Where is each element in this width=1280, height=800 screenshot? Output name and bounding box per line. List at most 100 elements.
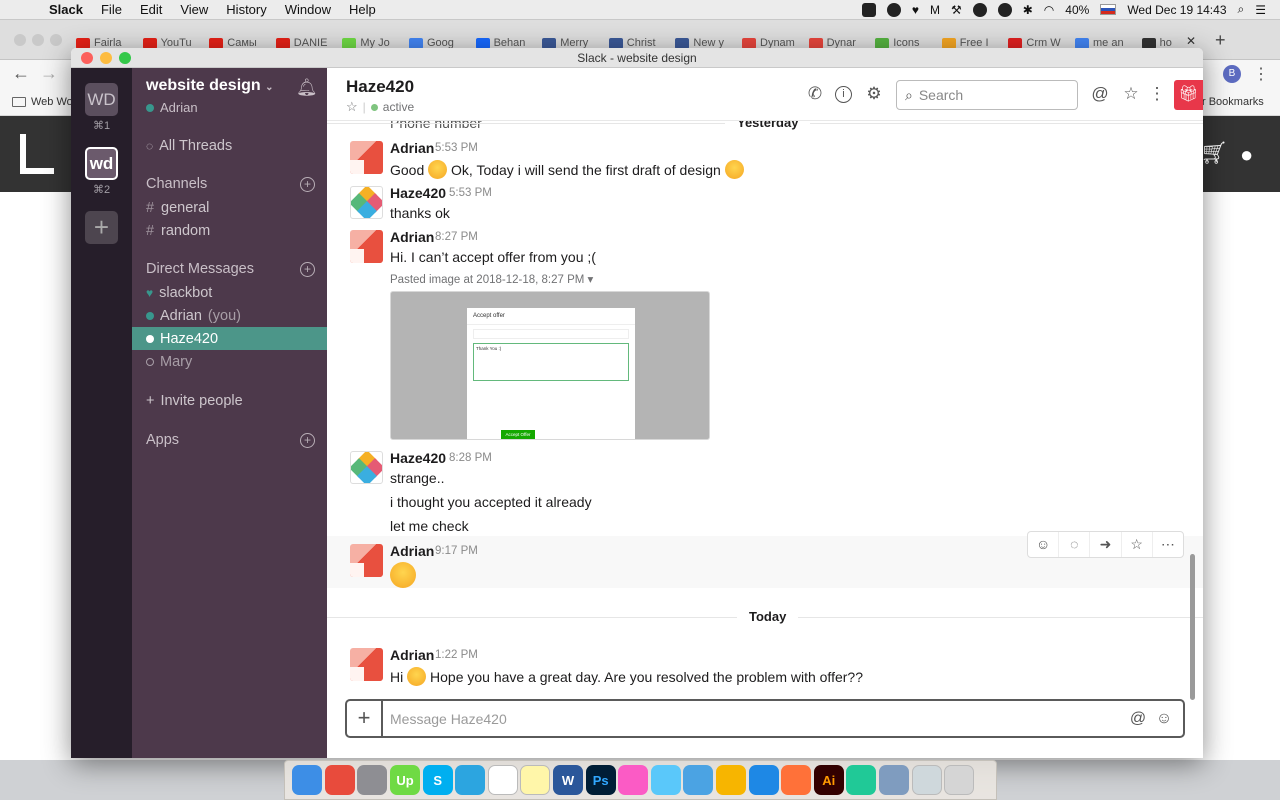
channel-title[interactable]: Haze420: [346, 77, 414, 97]
sidebar-all-threads[interactable]: ◌ All Threads: [132, 134, 327, 157]
menu-help[interactable]: Help: [340, 2, 385, 17]
scrollbar-thumb[interactable]: [1190, 554, 1195, 700]
team-wd-1[interactable]: WD: [85, 83, 118, 116]
menu-window[interactable]: Window: [276, 2, 340, 17]
window-zoom-button[interactable]: [119, 52, 131, 64]
message-author[interactable]: Haze420: [390, 450, 446, 466]
emoji-picker-icon[interactable]: ☺: [1151, 710, 1177, 728]
dock-system-preferences-icon[interactable]: [357, 765, 388, 795]
dock-slack-icon[interactable]: [487, 765, 518, 795]
browser-menu-icon[interactable]: ⋮: [1253, 64, 1269, 84]
sidebar-channel-random[interactable]: # random: [132, 219, 327, 242]
sidebar-dm-slackbot[interactable]: ♥ slackbot: [132, 281, 327, 304]
apps-header[interactable]: Apps: [146, 432, 179, 448]
input-source-flag-icon[interactable]: [1100, 4, 1117, 15]
more-actions-icon[interactable]: ⋯: [1153, 532, 1183, 557]
window-minimize-button[interactable]: [100, 52, 112, 64]
new-tab-icon[interactable]: +: [1215, 30, 1226, 51]
window-close-button[interactable]: [81, 52, 93, 64]
dock-drop-icon[interactable]: [846, 765, 877, 795]
menu-file[interactable]: File: [92, 2, 131, 17]
info-icon[interactable]: i: [835, 86, 852, 103]
at-icon[interactable]: @: [1090, 84, 1110, 104]
dock-messages-icon[interactable]: [650, 765, 681, 795]
menu-edit[interactable]: Edit: [131, 2, 171, 17]
message-author[interactable]: Adrian: [390, 140, 434, 156]
profile-avatar[interactable]: B: [1223, 65, 1241, 83]
workspace-name[interactable]: website design ⌄: [146, 77, 274, 95]
bell-icon[interactable]: 🔔︎: [296, 78, 318, 98]
bluetooth-icon[interactable]: ✱: [1023, 3, 1033, 17]
message-author[interactable]: Adrian: [390, 543, 434, 559]
star-outline-icon[interactable]: ☆: [346, 99, 358, 115]
avatar[interactable]: [350, 186, 383, 219]
heart-status-icon[interactable]: ♥: [912, 3, 919, 17]
avatar[interactable]: [350, 141, 383, 174]
message-time[interactable]: 1:22 PM: [435, 649, 478, 661]
more-vertical-icon[interactable]: ⋮: [1147, 84, 1167, 104]
dock-itunes-icon[interactable]: [618, 765, 649, 795]
start-thread-icon[interactable]: ◌: [1059, 532, 1091, 557]
sidebar-dm-adrian[interactable]: Adrian (you): [132, 304, 327, 327]
dock-telegram-icon[interactable]: [455, 765, 486, 795]
attachment-label[interactable]: Pasted image at 2018-12-18, 8:27 PM ▾: [390, 272, 593, 286]
bookmark-web[interactable]: Web Wo: [31, 96, 73, 108]
share-message-icon[interactable]: ➜: [1090, 532, 1122, 557]
add-reaction-icon[interactable]: ☺: [1028, 532, 1060, 557]
message-time[interactable]: 5:53 PM: [435, 142, 478, 154]
invite-people-link[interactable]: + Invite people: [132, 389, 327, 412]
add-team-button[interactable]: +: [85, 211, 118, 244]
other-bookmarks[interactable]: r Bookmarks: [1202, 96, 1264, 108]
status-app-icon[interactable]: [861, 2, 876, 17]
dock-firefox-icon[interactable]: [781, 765, 812, 795]
sidebar-dm-haze420[interactable]: Haze420: [132, 327, 327, 350]
menu-app-name[interactable]: Slack: [40, 2, 92, 17]
menu-view[interactable]: View: [171, 2, 217, 17]
message-time[interactable]: 5:53 PM: [449, 187, 492, 199]
avatar[interactable]: [350, 451, 383, 484]
avatar[interactable]: [350, 648, 383, 681]
dock-feather-icon[interactable]: [683, 765, 714, 795]
tools-status-icon[interactable]: ⚒: [951, 3, 962, 17]
dock-upwork-icon[interactable]: Up: [390, 765, 421, 795]
add-channel-icon[interactable]: +: [300, 177, 315, 192]
gift-icon[interactable]: 🎁︎: [1174, 80, 1203, 110]
upwork-status-icon[interactable]: [972, 2, 987, 17]
dock-skype-icon[interactable]: S: [422, 765, 453, 795]
battery-level[interactable]: 40%: [1065, 3, 1089, 17]
dock-chrome-icon[interactable]: [324, 765, 355, 795]
dock-trash-icon[interactable]: [944, 765, 975, 795]
sidebar-dm-mary[interactable]: Mary: [132, 350, 327, 373]
wifi-icon[interactable]: ◠: [1044, 3, 1054, 17]
avatar[interactable]: [350, 544, 383, 577]
mention-at-icon[interactable]: @: [1125, 710, 1151, 728]
dock-photoshop-icon[interactable]: Ps: [585, 765, 616, 795]
message-author[interactable]: Haze420: [390, 185, 446, 201]
clock[interactable]: Wed Dec 19 14:43: [1127, 3, 1226, 17]
user-icon[interactable]: ●: [1240, 142, 1260, 167]
spotlight-search-icon[interactable]: ⌕: [1238, 2, 1245, 17]
tab-close-icon[interactable]: ✕: [1186, 34, 1196, 48]
sidebar-channel-general[interactable]: # general: [132, 196, 327, 219]
menu-history[interactable]: History: [217, 2, 275, 17]
dock-finder-icon[interactable]: [292, 765, 323, 795]
search-input[interactable]: ⌕ Search: [896, 80, 1078, 110]
dock-illustrator-icon[interactable]: Ai: [813, 765, 844, 795]
channels-header[interactable]: Channels: [146, 176, 207, 192]
dock-notes-icon[interactable]: [520, 765, 551, 795]
message-time[interactable]: 9:17 PM: [435, 545, 478, 557]
browser-zoom-dot[interactable]: [50, 34, 62, 46]
message-time[interactable]: 8:28 PM: [449, 452, 492, 464]
team-wd-2[interactable]: wd: [85, 147, 118, 180]
forward-arrow-icon[interactable]: →: [40, 63, 58, 84]
notification-center-icon[interactable]: ☰: [1255, 3, 1266, 17]
phone-icon[interactable]: ✆: [805, 84, 825, 104]
dock-word-icon[interactable]: W: [553, 765, 584, 795]
cart-icon[interactable]: 🛒︎: [1200, 140, 1228, 166]
dock-safari-icon[interactable]: [748, 765, 779, 795]
add-dm-icon[interactable]: +: [300, 262, 315, 277]
browser-close-dot[interactable]: [14, 34, 26, 46]
gmail-status-icon[interactable]: M: [930, 3, 940, 17]
dock-folder-icon[interactable]: [911, 765, 942, 795]
add-app-icon[interactable]: +: [300, 433, 315, 448]
